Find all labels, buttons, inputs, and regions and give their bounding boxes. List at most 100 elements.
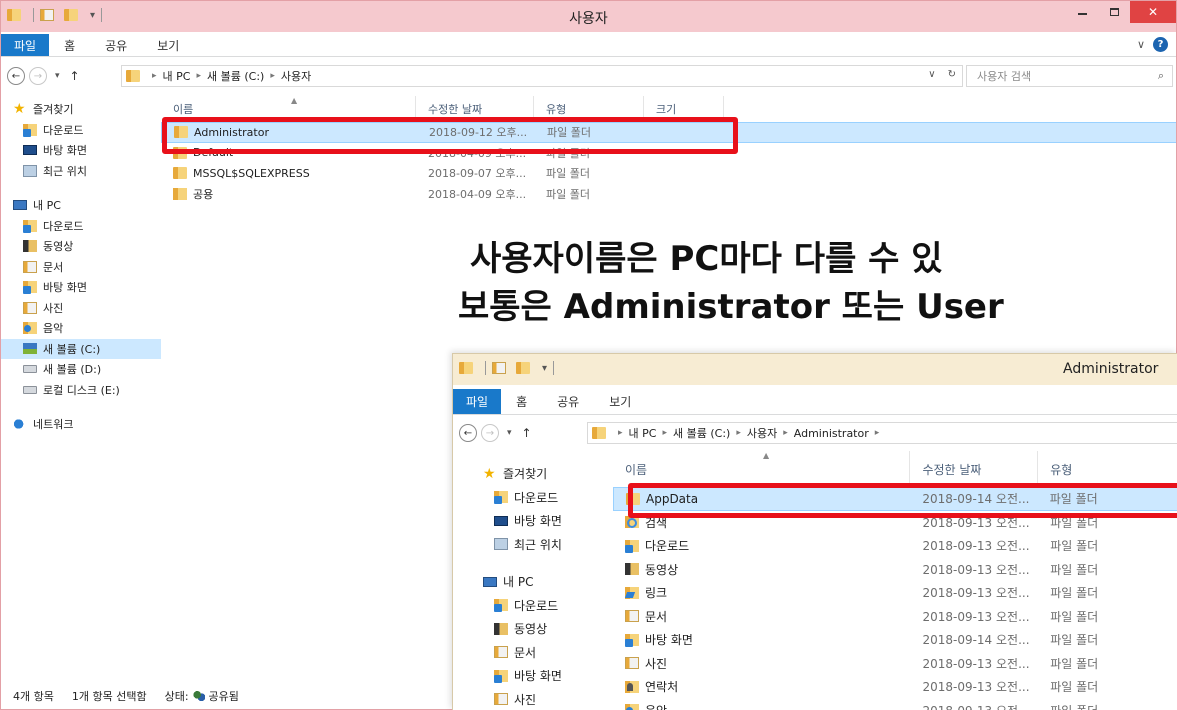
column-size[interactable]: 크기 [644, 96, 724, 122]
table-row[interactable]: Administrator 2018-09-12 오후... 파일 폴더 [161, 122, 1176, 143]
column-type[interactable]: 유형 [534, 96, 644, 122]
nav-pc-desktop[interactable]: 바탕 화면 [453, 664, 613, 688]
refresh-icon[interactable]: ↻ [948, 69, 956, 80]
help-icon[interactable]: ? [1153, 37, 1168, 52]
breadcrumb-separator[interactable]: ▸ [736, 428, 741, 438]
table-row[interactable]: 다운로드 2018-09-13 오전... 파일 폴더 [613, 534, 1177, 558]
tab-home[interactable]: 홈 [49, 34, 90, 56]
nav-recent-places[interactable]: 최근 위치 [453, 533, 613, 557]
nav-pictures[interactable]: 사진 [453, 688, 613, 710]
minimize-button[interactable] [1066, 1, 1098, 23]
breadcrumb-this-pc[interactable]: 내 PC [163, 68, 191, 84]
table-row[interactable]: Default 2018-04-09 오후... 파일 폴더 [161, 143, 1176, 164]
tab-view[interactable]: 보기 [142, 34, 194, 56]
breadcrumb-users[interactable]: 사용자 [281, 68, 311, 84]
breadcrumb-separator[interactable]: ▸ [783, 428, 788, 438]
nav-pc-downloads[interactable]: 다운로드 [1, 216, 161, 237]
column-type[interactable]: 유형 [1038, 451, 1177, 487]
breadcrumb-separator[interactable]: ▸ [270, 71, 275, 81]
chevron-down-icon[interactable]: ▾ [542, 363, 547, 374]
expand-ribbon-icon[interactable]: ∨ [1137, 38, 1145, 51]
nav-documents[interactable]: 문서 [1, 257, 161, 278]
tab-share[interactable]: 공유 [90, 34, 142, 56]
table-row[interactable]: 연락처 2018-09-13 오전... 파일 폴더 [613, 675, 1177, 699]
folder-icon[interactable] [459, 362, 473, 374]
maximize-button[interactable] [1098, 1, 1130, 23]
contacts-folder-icon [625, 680, 639, 693]
folder-icon [173, 167, 187, 180]
breadcrumb-separator[interactable]: ▸ [618, 428, 623, 438]
nav-downloads[interactable]: 다운로드 [453, 486, 613, 510]
breadcrumb-volume-c[interactable]: 새 볼륨 (C:) [673, 425, 730, 441]
close-icon: ✕ [1147, 5, 1159, 19]
nav-pictures[interactable]: 사진 [1, 298, 161, 319]
nav-volume-c[interactable]: 새 볼륨 (C:) [1, 338, 161, 359]
breadcrumb-this-pc[interactable]: 내 PC [629, 425, 657, 441]
table-row[interactable]: 동영상 2018-09-13 오전... 파일 폴더 [613, 558, 1177, 582]
folder-icon [126, 70, 140, 82]
back-button[interactable]: ← [459, 424, 477, 442]
nav-videos[interactable]: 동영상 [1, 236, 161, 257]
column-name[interactable]: 이름 [613, 451, 911, 487]
nav-this-pc[interactable]: 내 PC [453, 570, 613, 594]
tab-share[interactable]: 공유 [542, 389, 594, 414]
breadcrumb-users[interactable]: 사용자 [747, 425, 777, 441]
file-list: ▲ 이름 수정한 날짜 유형 크기 Administrator 2018-09-… [161, 96, 1176, 205]
search-input[interactable]: 사용자 검색 ⌕ [966, 65, 1173, 87]
breadcrumb-separator[interactable]: ▸ [196, 71, 201, 81]
nav-this-pc[interactable]: 내 PC [1, 195, 161, 216]
recent-locations-icon[interactable]: ▾ [507, 428, 512, 438]
tab-view[interactable]: 보기 [594, 389, 646, 414]
column-name[interactable]: 이름 [161, 96, 416, 122]
new-folder-icon[interactable] [516, 362, 530, 374]
nav-recent-places[interactable]: 최근 위치 [1, 161, 161, 182]
row-date: 2018-09-14 오전... [922, 633, 1030, 648]
table-row[interactable]: AppData 2018-09-14 오전... 파일 폴더 [613, 487, 1177, 511]
table-row[interactable]: 공용 2018-04-09 오후... 파일 폴더 [161, 184, 1176, 205]
table-row[interactable]: 링크 2018-09-13 오전... 파일 폴더 [613, 581, 1177, 605]
breadcrumb-volume-c[interactable]: 새 볼륨 (C:) [207, 68, 264, 84]
forward-button[interactable]: → [29, 67, 47, 85]
breadcrumb-administrator[interactable]: Administrator [794, 427, 869, 440]
back-button[interactable]: ← [7, 67, 25, 85]
forward-button[interactable]: → [481, 424, 499, 442]
address-dropdown-icon[interactable]: ∨ [928, 69, 935, 80]
address-bar[interactable]: ▸ 내 PC ▸ 새 볼륨 (C:) ▸ 사용자 ∨ ↻ [121, 65, 963, 87]
downloads-folder-icon [625, 539, 639, 553]
nav-local-disk-e[interactable]: 로컬 디스크 (E:) [1, 380, 161, 401]
nav-favorites[interactable]: ★ 즐겨찾기 [1, 99, 161, 120]
nav-volume-d[interactable]: 새 볼륨 (D:) [1, 359, 161, 380]
properties-icon[interactable] [492, 362, 506, 374]
tab-file[interactable]: 파일 [1, 34, 50, 56]
tab-home[interactable]: 홈 [501, 389, 542, 414]
nav-documents[interactable]: 문서 [453, 641, 613, 665]
nav-favorites[interactable]: ★ 즐겨찾기 [453, 462, 613, 486]
table-row[interactable]: MSSQL$SQLEXPRESS 2018-09-07 오후... 파일 폴더 [161, 163, 1176, 184]
up-button[interactable]: ↑ [70, 69, 80, 83]
table-row[interactable]: 검색 2018-09-13 오전... 파일 폴더 [613, 511, 1177, 535]
search-icon[interactable]: ⌕ [1158, 69, 1164, 83]
table-row[interactable]: 음악 2018-09-13 오전... 파일 폴더 [613, 699, 1177, 710]
column-date-modified[interactable]: 수정한 날짜 [910, 451, 1039, 487]
videos-folder-icon [625, 563, 639, 576]
table-row[interactable]: 사진 2018-09-13 오전... 파일 폴더 [613, 652, 1177, 676]
nav-downloads[interactable]: 다운로드 [1, 120, 161, 141]
tab-file[interactable]: 파일 [453, 389, 502, 414]
breadcrumb-separator[interactable]: ▸ [875, 428, 880, 438]
nav-desktop[interactable]: 바탕 화면 [453, 509, 613, 533]
table-row[interactable]: 문서 2018-09-13 오전... 파일 폴더 [613, 605, 1177, 629]
table-row[interactable]: 바탕 화면 2018-09-14 오전... 파일 폴더 [613, 628, 1177, 652]
address-bar[interactable]: ▸ 내 PC ▸ 새 볼륨 (C:) ▸ 사용자 ▸ Administrator… [587, 422, 1177, 444]
breadcrumb-separator[interactable]: ▸ [662, 428, 667, 438]
breadcrumb-separator[interactable]: ▸ [152, 71, 157, 81]
nav-desktop[interactable]: 바탕 화면 [1, 140, 161, 161]
nav-videos[interactable]: 동영상 [453, 617, 613, 641]
nav-pc-downloads[interactable]: 다운로드 [453, 594, 613, 618]
recent-locations-icon[interactable]: ▾ [55, 71, 60, 81]
nav-network[interactable]: 네트워크 [1, 414, 161, 435]
column-date-modified[interactable]: 수정한 날짜 [416, 96, 534, 122]
close-button[interactable]: ✕ [1130, 1, 1176, 23]
nav-music[interactable]: 음악 [1, 318, 161, 339]
up-button[interactable]: ↑ [522, 426, 532, 440]
nav-pc-desktop[interactable]: 바탕 화면 [1, 277, 161, 298]
